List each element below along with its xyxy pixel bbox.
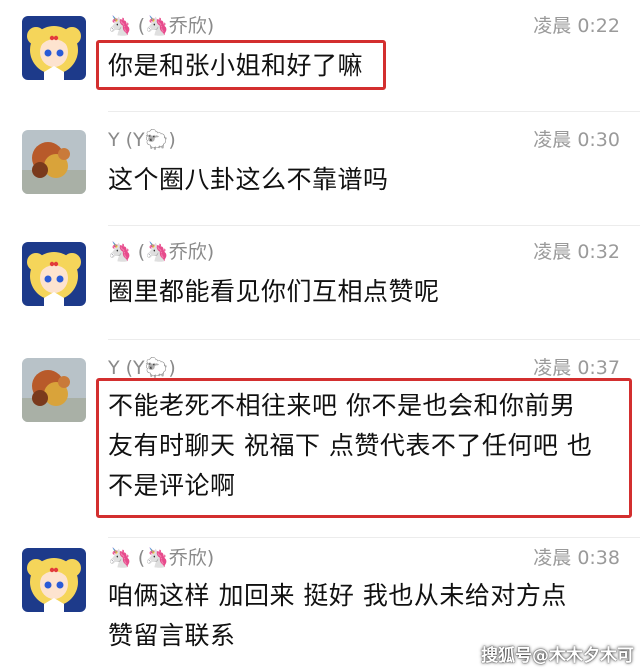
blurred-photo-avatar[interactable] [22, 358, 86, 422]
message-time: 凌晨 0:30 [533, 129, 620, 151]
sender-name: Y (Y🐑) [108, 129, 176, 151]
sender-name: 🦄 (🦄乔欣) [108, 547, 215, 569]
sailor-moon-avatar[interactable] [22, 242, 86, 306]
message-text: 这个圈八卦这么不靠谱吗 [108, 160, 389, 200]
highlight-box [96, 40, 386, 90]
chat-message: Y (Y🐑) 凌晨 0:37 不能老死不相往来吧 你不是也会和你前男 友有时聊天… [0, 340, 640, 538]
chat-message: Y (Y🐑) 凌晨 0:30 这个圈八卦这么不靠谱吗 [0, 112, 640, 226]
watermark: 搜狐号@木木夕木可 [481, 646, 634, 666]
highlight-box [96, 378, 632, 518]
message-text: 圈里都能看见你们互相点赞呢 [108, 272, 440, 312]
message-time: 凌晨 0:37 [533, 357, 620, 379]
blurred-photo-avatar[interactable] [22, 130, 86, 194]
message-time: 凌晨 0:22 [533, 15, 620, 37]
message-line: 圈里都能看见你们互相点赞呢 [108, 277, 440, 306]
chat-message: 🦄 (🦄乔欣) 凌晨 0:32 圈里都能看见你们互相点赞呢 [0, 226, 640, 340]
sender-name: Y (Y🐑) [108, 357, 176, 379]
message-line: 咱俩这样 加回来 挺好 我也从未给对方点 [108, 581, 567, 610]
message-time: 凌晨 0:32 [533, 241, 620, 263]
sender-name: 🦄 (🦄乔欣) [108, 241, 215, 263]
sailor-moon-avatar[interactable] [22, 16, 86, 80]
message-line: 这个圈八卦这么不靠谱吗 [108, 165, 389, 194]
sender-name: 🦄 (🦄乔欣) [108, 15, 215, 37]
message-time: 凌晨 0:38 [533, 547, 620, 569]
sailor-moon-avatar[interactable] [22, 548, 86, 612]
chat-message: 🦄 (🦄乔欣) 凌晨 0:22 你是和张小姐和好了嘛 [0, 0, 640, 112]
